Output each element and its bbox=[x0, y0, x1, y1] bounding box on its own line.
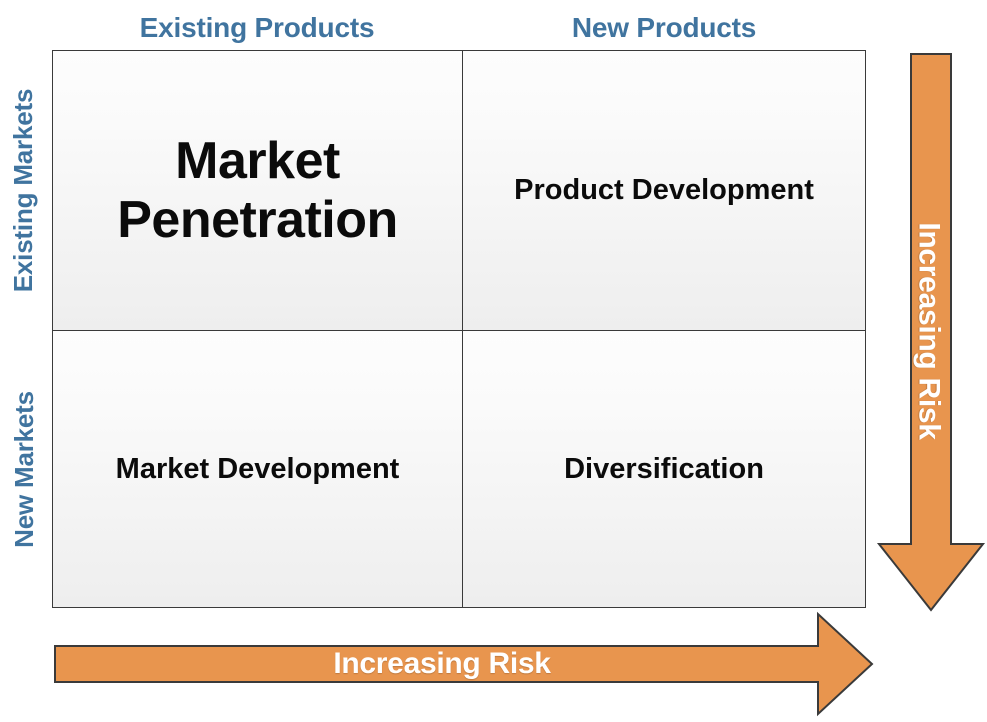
quadrant-diversification-label: Diversification bbox=[564, 452, 764, 485]
matrix-grid: Market Penetration Product Development M… bbox=[52, 50, 866, 608]
row-header-new-markets-label: New Markets bbox=[8, 390, 39, 548]
quadrant-market-development[interactable]: Market Development bbox=[53, 331, 463, 607]
ansoff-matrix-diagram: Existing Products New Products Existing … bbox=[0, 0, 987, 722]
column-header-existing-products: Existing Products bbox=[139, 12, 375, 43]
quadrant-diversification[interactable]: Diversification bbox=[463, 331, 865, 607]
row-header-new-markets: New Markets bbox=[0, 330, 48, 608]
quadrant-market-penetration[interactable]: Market Penetration bbox=[53, 51, 463, 331]
arrow-right-increasing-risk: Increasing Risk bbox=[44, 606, 880, 722]
quadrant-market-penetration-label: Market Penetration bbox=[117, 132, 398, 249]
row-header-existing-markets-label: Existing Markets bbox=[8, 88, 39, 292]
arrow-down-icon bbox=[876, 53, 986, 612]
arrow-down-increasing-risk: Increasing Risk bbox=[870, 44, 987, 618]
quadrant-market-development-label: Market Development bbox=[115, 452, 400, 485]
row-header-existing-markets: Existing Markets bbox=[0, 50, 48, 330]
quadrant-product-development-label: Product Development bbox=[514, 174, 814, 207]
arrow-right-icon bbox=[54, 611, 874, 717]
column-header-new-products: New Products bbox=[571, 12, 757, 43]
quadrant-product-development[interactable]: Product Development bbox=[463, 51, 865, 331]
